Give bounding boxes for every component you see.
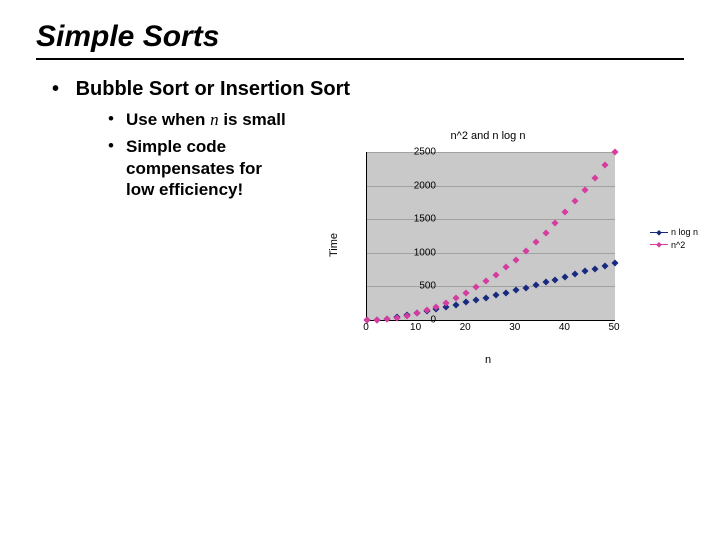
bullet-2a-pre: Use when [126,110,210,129]
legend-swatch-icon [650,232,668,233]
chart-point [542,229,549,236]
chart-xtick: 50 [604,322,624,333]
bullet-dot: • [108,109,126,130]
chart-xtick: 0 [356,322,376,333]
chart-xlabel: n [328,354,648,366]
chart-ytick: 2000 [402,180,436,191]
chart-title: n^2 and n log n [328,130,648,142]
chart-point [482,294,489,301]
bullet-2a-post: is small [219,110,286,129]
chart-point [453,301,460,308]
chart-point [602,262,609,269]
chart-point [552,276,559,283]
chart-point [492,292,499,299]
slide: Simple Sorts • Bubble Sort or Insertion … [0,0,720,540]
bullet-1-text: Bubble Sort or Insertion Sort [76,78,350,100]
title-underline [36,58,684,60]
chart-point [423,307,430,314]
chart-point [453,295,460,302]
legend-item: n^2 [650,239,698,252]
chart-xtick: 40 [554,322,574,333]
chart-point [473,296,480,303]
legend-label: n^2 [671,239,685,252]
bullet-2b-text: Simple code compensates for low efficien… [126,136,288,200]
chart-point [572,271,579,278]
chart-xtick: 20 [455,322,475,333]
chart-point [473,284,480,291]
chart-point [552,219,559,226]
chart-point [502,289,509,296]
chart-legend: n log n n^2 [650,226,698,251]
chart-xtick: 10 [406,322,426,333]
legend-item: n log n [650,226,698,239]
chart-point [383,315,390,322]
slide-title: Simple Sorts [36,20,684,54]
chart-point [592,265,599,272]
chart-xtick: 30 [505,322,525,333]
chart-point [602,162,609,169]
chart-point [611,148,618,155]
legend-swatch-icon [650,244,668,245]
bullet-column: • Use when n is small • Simple code comp… [108,109,288,200]
chart-point [542,279,549,286]
chart-point [443,299,450,306]
chart-ytick: 2500 [402,147,436,158]
chart-ytick: 1500 [402,214,436,225]
bullet-2a-var: n [210,110,219,129]
chart-point [463,299,470,306]
chart-point [532,239,539,246]
chart-ylabel: Time [328,233,340,257]
chart-point [562,209,569,216]
chart-ytick: 500 [402,281,436,292]
bullet-2a-text: Use when n is small [126,109,286,130]
bullet-level-1: • Bubble Sort or Insertion Sort [52,78,684,101]
chart-point [611,259,618,266]
legend-label: n log n [671,226,698,239]
chart-point [582,268,589,275]
chart-point [463,290,470,297]
chart-ytick: 1000 [402,247,436,258]
bullet-level-2: • Use when n is small [108,109,288,130]
chart-container: n^2 and n log n Time n n log n n^2 05001… [328,130,688,360]
chart-point [562,273,569,280]
chart-point [512,287,519,294]
chart-point [592,174,599,181]
chart-point [522,284,529,291]
chart-point [582,186,589,193]
bullet-dot: • [108,136,126,200]
bullet-dot: • [52,78,70,101]
chart-point [512,256,519,263]
chart-plot-area [366,152,615,321]
bullet-level-2: • Simple code compensates for low effici… [108,136,288,200]
chart-point [482,278,489,285]
chart-point [572,198,579,205]
chart-point [502,264,509,271]
chart-point [492,271,499,278]
